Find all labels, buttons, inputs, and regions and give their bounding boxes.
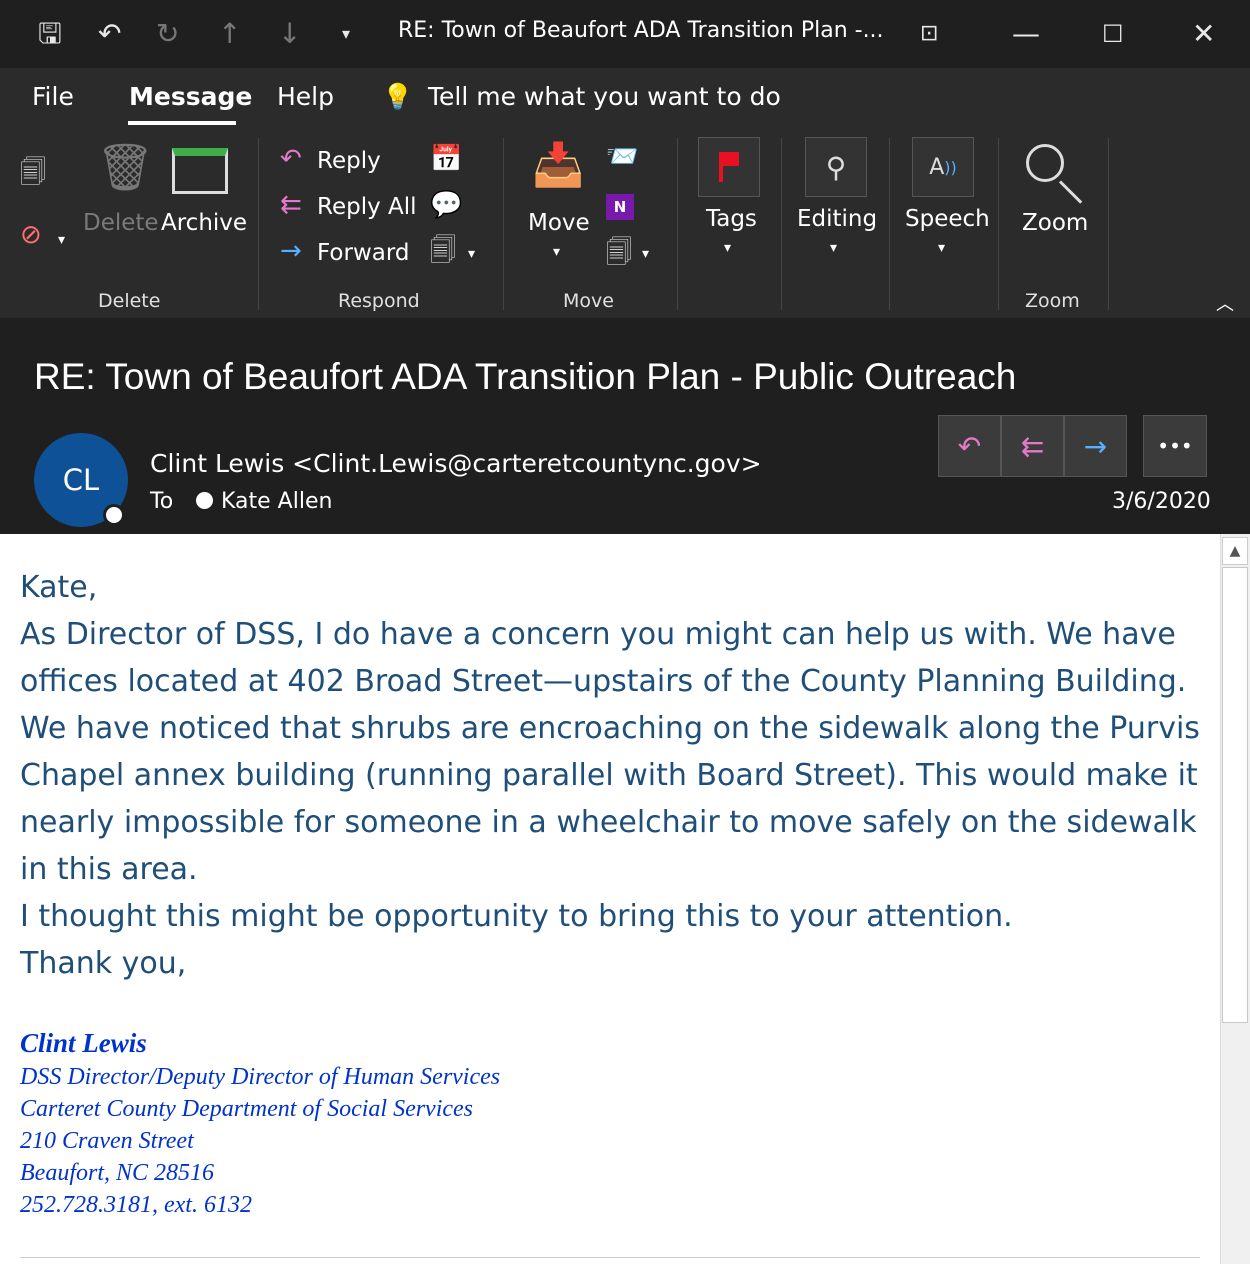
move-button[interactable]: Move bbox=[528, 210, 590, 236]
more-actions-button[interactable]: ••• bbox=[1143, 415, 1207, 477]
delete-button[interactable]: Delete bbox=[83, 210, 159, 236]
reply-all-icon: ⇇ bbox=[280, 190, 302, 220]
archive-icon[interactable] bbox=[172, 148, 228, 194]
signature-city: Beaufort, NC 28516 bbox=[20, 1160, 215, 1186]
group-separator bbox=[677, 138, 678, 310]
reply-button[interactable]: Reply bbox=[317, 148, 381, 174]
group-label-delete: Delete bbox=[98, 290, 161, 312]
avatar-initials: CL bbox=[62, 463, 100, 497]
message-date: 3/6/2020 bbox=[1112, 489, 1211, 514]
body-line: nearly impossible for someone in a wheel… bbox=[20, 805, 1197, 840]
collapse-ribbon-icon[interactable]: ︿ bbox=[1216, 290, 1234, 316]
zoom-button[interactable]: Zoom bbox=[1022, 210, 1088, 236]
undo-icon[interactable]: ↶ bbox=[98, 14, 121, 54]
to-label: To bbox=[150, 489, 174, 514]
chevron-down-icon: ▾ bbox=[553, 244, 561, 260]
up-arrow-icon[interactable]: ↑ bbox=[218, 14, 241, 54]
tags-icon-box[interactable] bbox=[698, 137, 760, 197]
redo-icon[interactable]: ↻ bbox=[156, 14, 179, 54]
rules-icon[interactable]: 📨 bbox=[606, 144, 638, 170]
body-line: I thought this might be opportunity to b… bbox=[20, 899, 1013, 934]
recipient[interactable]: Kate Allen bbox=[221, 489, 332, 514]
im-reply-icon[interactable]: 💬 bbox=[430, 192, 462, 218]
body-line: Thank you, bbox=[20, 946, 187, 981]
body-line: As Director of DSS, I do have a concern … bbox=[20, 617, 1176, 652]
speech-button[interactable]: Speech bbox=[905, 206, 990, 232]
menu-file[interactable]: File bbox=[32, 82, 74, 111]
group-label-respond: Respond bbox=[338, 290, 420, 312]
flag-icon-body bbox=[723, 152, 739, 166]
forward-button[interactable]: Forward bbox=[317, 240, 410, 266]
customize-icon[interactable]: ▾ bbox=[342, 14, 350, 54]
scroll-up-icon[interactable]: ▲ bbox=[1222, 537, 1248, 565]
close-icon[interactable]: ✕ bbox=[1192, 14, 1215, 54]
chevron-down-icon: ▾ bbox=[938, 240, 946, 256]
actions-icon[interactable]: 🗐 bbox=[606, 240, 632, 266]
signature-title: DSS Director/Deputy Director of Human Se… bbox=[20, 1064, 501, 1090]
group-separator bbox=[258, 138, 259, 310]
message-subject: RE: Town of Beaufort ADA Transition Plan… bbox=[34, 356, 1017, 397]
group-label-move: Move bbox=[563, 290, 614, 312]
window-title: RE: Town of Beaufort ADA Transition Plan… bbox=[398, 18, 884, 43]
chevron-down-icon: ▾ bbox=[58, 232, 66, 248]
reply-icon-button[interactable]: ↶ bbox=[938, 415, 1001, 477]
zoom-icon[interactable] bbox=[1026, 144, 1064, 182]
chevron-down-icon: ▾ bbox=[468, 246, 476, 262]
menu-message[interactable]: Message bbox=[129, 82, 252, 111]
forward-icon-button[interactable]: → bbox=[1064, 415, 1127, 477]
group-separator bbox=[781, 138, 782, 310]
title-bar: 🖫 ↶ ↻ ↑ ↓ ▾ RE: Town of Beaufort ADA Tra… bbox=[0, 0, 1250, 68]
more-respond-icon[interactable]: 🗐 bbox=[430, 238, 456, 264]
group-separator bbox=[998, 138, 999, 310]
group-label-zoom: Zoom bbox=[1025, 290, 1080, 312]
signature-phone: 252.728.3181, ext. 6132 bbox=[20, 1192, 252, 1218]
divider bbox=[20, 1257, 1200, 1258]
tags-button[interactable]: Tags bbox=[706, 206, 757, 232]
read-aloud-icon[interactable]: A)) bbox=[912, 137, 974, 197]
save-icon[interactable]: 🖫 bbox=[38, 14, 62, 54]
signature-org: Carteret County Department of Social Ser… bbox=[20, 1096, 474, 1122]
chevron-down-icon: ▾ bbox=[724, 240, 732, 256]
signature-street: 210 Craven Street bbox=[20, 1128, 194, 1154]
recipient-presence-icon bbox=[196, 492, 213, 509]
minimize-icon[interactable]: — bbox=[1012, 14, 1040, 54]
lightbulb-icon: 💡 bbox=[382, 82, 414, 111]
group-separator bbox=[889, 138, 890, 310]
reply-icon: ↶ bbox=[280, 144, 302, 174]
down-arrow-icon[interactable]: ↓ bbox=[278, 14, 301, 54]
presence-icon bbox=[103, 504, 125, 526]
onenote-icon[interactable]: N bbox=[606, 194, 634, 220]
delete-icon[interactable]: 🗑 bbox=[96, 144, 154, 190]
ignore-icon[interactable]: 🗐 bbox=[20, 160, 46, 186]
search-icon[interactable]: ⚲ bbox=[805, 137, 867, 197]
forward-icon: → bbox=[280, 236, 302, 266]
body-line: We have noticed that shrubs are encroach… bbox=[20, 711, 1200, 746]
block-sender-icon[interactable]: ⊘ bbox=[20, 222, 42, 248]
body-line: offices located at 402 Broad Street—upst… bbox=[20, 664, 1187, 699]
restore-ribbon-icon[interactable]: ⊡ bbox=[920, 14, 938, 54]
archive-button[interactable]: Archive bbox=[161, 210, 247, 236]
meeting-icon[interactable]: 📅 bbox=[430, 146, 462, 172]
body-line: in this area. bbox=[20, 852, 198, 887]
chevron-down-icon: ▾ bbox=[642, 246, 650, 262]
sender[interactable]: Clint Lewis <Clint.Lewis@carteretcountyn… bbox=[150, 449, 762, 478]
editing-button[interactable]: Editing bbox=[797, 206, 877, 232]
body-line: Kate, bbox=[20, 570, 98, 605]
group-separator bbox=[1108, 138, 1109, 310]
scrollbar-thumb[interactable] bbox=[1222, 567, 1248, 1023]
chevron-down-icon: ▾ bbox=[830, 240, 838, 256]
maximize-icon[interactable]: ☐ bbox=[1102, 14, 1124, 54]
group-separator bbox=[503, 138, 504, 310]
reply-all-icon-button[interactable]: ⇇ bbox=[1001, 415, 1064, 477]
menu-help[interactable]: Help bbox=[277, 82, 334, 111]
active-tab-indicator bbox=[128, 121, 236, 125]
tell-me-search[interactable]: Tell me what you want to do bbox=[428, 82, 781, 111]
body-line: Chapel annex building (running parallel … bbox=[20, 758, 1198, 793]
move-icon[interactable]: 📥 bbox=[532, 144, 584, 186]
signature-name: Clint Lewis bbox=[20, 1028, 147, 1058]
reply-all-button[interactable]: Reply All bbox=[317, 194, 417, 220]
